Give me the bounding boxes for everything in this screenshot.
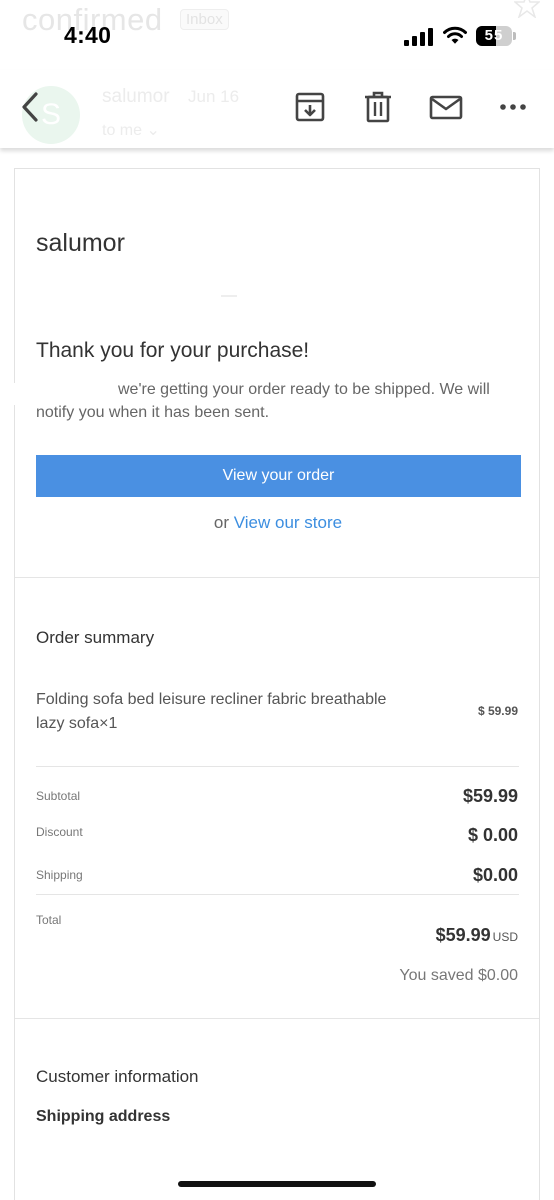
wifi-icon xyxy=(443,26,467,44)
section-divider xyxy=(15,1018,539,1019)
order-summary-heading: Order summary xyxy=(36,628,155,647)
section-divider xyxy=(15,577,539,578)
saved-text: You saved $0.00 xyxy=(399,967,518,984)
battery-body: 55 xyxy=(476,26,512,46)
discount-value: $ 0.00 xyxy=(467,825,518,845)
total-divider xyxy=(36,894,519,895)
shipping-label: Shipping xyxy=(36,868,83,882)
status-bar: confirmed Inbox 4:40 55 xyxy=(0,0,554,70)
email-toolbar: S salumor Jun 16 to me ⌄ xyxy=(0,70,554,148)
or-text: or xyxy=(213,513,230,532)
background-date: Jun 16 xyxy=(188,87,240,106)
email-body: salumor Thank you for your purchase! we'… xyxy=(14,168,540,1200)
cellular-signal-icon xyxy=(404,28,433,46)
total-value: $59.99 xyxy=(435,925,491,945)
battery-tip xyxy=(513,32,516,40)
star-icon xyxy=(514,0,540,18)
discount-label: Discount xyxy=(36,825,83,839)
summary-divider xyxy=(36,766,519,767)
view-order-button[interactable]: View your order xyxy=(36,455,521,497)
background-inbox-badge: Inbox xyxy=(180,9,229,30)
trash-icon[interactable] xyxy=(361,90,395,124)
back-arrow-icon[interactable] xyxy=(18,90,46,124)
total-label: Total xyxy=(36,913,62,927)
view-store-link[interactable]: View our store xyxy=(234,513,342,532)
battery-percent: 55 xyxy=(484,27,504,44)
home-indicator xyxy=(178,1181,376,1187)
line-item-title: Folding sofa bed leisure recliner fabric… xyxy=(36,691,387,732)
store-link-line: or View our store xyxy=(15,513,541,533)
line-item-price: $ 59.99 xyxy=(477,704,518,718)
intro-text: we're getting your order ready to be shi… xyxy=(36,381,490,421)
more-icon[interactable] xyxy=(498,90,528,124)
archive-icon[interactable] xyxy=(293,90,327,124)
background-recipient: to me ⌄ xyxy=(102,122,160,139)
customer-info-heading: Customer information xyxy=(36,1067,199,1086)
thanks-heading: Thank you for your purchase! xyxy=(36,339,310,362)
shop-name: salumor xyxy=(36,229,125,257)
total-currency: USD xyxy=(492,930,518,944)
shipping-address-heading: Shipping address xyxy=(36,1108,171,1125)
shipping-value: $0.00 xyxy=(472,865,518,885)
mail-icon[interactable] xyxy=(428,90,464,124)
subtotal-label: Subtotal xyxy=(36,789,81,803)
battery-icon: 55 xyxy=(476,26,516,46)
background-sender: salumor xyxy=(102,86,170,107)
subtotal-value: $59.99 xyxy=(462,786,518,806)
total-value-group: $59.99 USD xyxy=(436,925,518,946)
card-edge-patch xyxy=(14,383,22,405)
status-time: 4:40 xyxy=(64,22,112,48)
logo-placeholder xyxy=(221,295,237,297)
